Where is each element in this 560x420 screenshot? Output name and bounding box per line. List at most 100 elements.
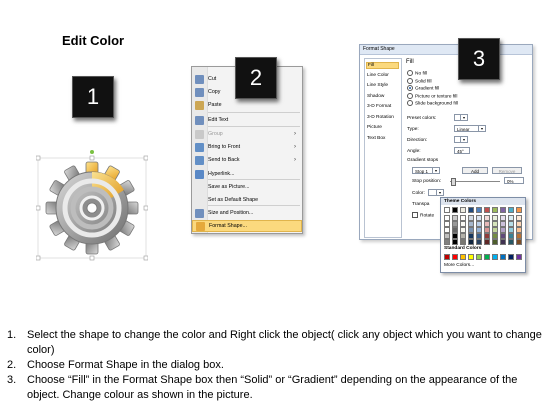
step-number-1: 1 bbox=[72, 76, 114, 118]
stop-position-thumb[interactable] bbox=[451, 178, 456, 186]
theme-color-swatch[interactable] bbox=[468, 239, 474, 245]
edit-text-icon bbox=[195, 115, 204, 125]
angle-input[interactable]: 45° bbox=[454, 147, 470, 154]
theme-color-swatch[interactable] bbox=[492, 207, 498, 213]
menu-item-group[interactable]: Group › bbox=[192, 128, 302, 140]
standard-color-swatch[interactable] bbox=[508, 254, 514, 260]
menu-item-save-as-picture[interactable]: Save as Picture... bbox=[192, 181, 302, 193]
theme-color-swatch[interactable] bbox=[516, 239, 522, 245]
fill-option-label: Solid fill bbox=[415, 78, 432, 84]
rotate-text: Rotate bbox=[420, 213, 435, 219]
menu-item-size-and-position[interactable]: Size and Position... bbox=[192, 207, 302, 219]
menu-item-format-shape[interactable]: Format Shape... bbox=[192, 220, 302, 232]
standard-color-swatch[interactable] bbox=[476, 254, 482, 260]
theme-color-swatch[interactable] bbox=[476, 239, 482, 245]
theme-color-swatch[interactable] bbox=[484, 239, 490, 245]
instruction-number: 1. bbox=[7, 329, 17, 341]
standard-color-swatch[interactable] bbox=[492, 254, 498, 260]
menu-item-bring-to-front[interactable]: Bring to Front › bbox=[192, 141, 302, 153]
pane-title: Fill bbox=[406, 59, 414, 65]
submenu-arrow-icon: › bbox=[294, 144, 296, 150]
fill-option-slide-background-fill[interactable]: Slide background fill bbox=[407, 100, 458, 106]
submenu-arrow-icon: › bbox=[294, 157, 296, 163]
preset-colors-dropdown[interactable]: ▾ bbox=[454, 114, 468, 121]
fill-option-gradient-fill[interactable]: Gradient fill bbox=[407, 85, 439, 91]
fill-option-solid-fill[interactable]: Solid fill bbox=[407, 77, 432, 84]
nav-item-picture[interactable]: Picture bbox=[367, 125, 382, 130]
theme-color-swatch[interactable] bbox=[476, 207, 482, 213]
standard-color-swatch[interactable] bbox=[500, 254, 506, 260]
theme-color-swatch[interactable] bbox=[460, 239, 466, 245]
radio-button[interactable] bbox=[407, 92, 413, 99]
stop-position-input[interactable]: 0% bbox=[504, 177, 524, 184]
color-picker-button[interactable]: ▾ bbox=[428, 189, 444, 196]
menu-item-edit-text[interactable]: Edit Text bbox=[192, 114, 302, 126]
theme-color-swatch[interactable] bbox=[452, 239, 458, 245]
rotate-label: Rotate bbox=[412, 212, 434, 218]
dialog-title: Format Shape bbox=[360, 45, 532, 55]
stop-dropdown[interactable]: Stop 1 ▾ bbox=[412, 167, 440, 174]
remove-stop-button[interactable]: Remove bbox=[492, 167, 522, 174]
menu-item-paste[interactable]: Paste bbox=[192, 99, 302, 111]
type-dropdown[interactable]: Linear ▾ bbox=[454, 125, 486, 132]
theme-color-swatch[interactable] bbox=[444, 239, 450, 245]
instruction-list: 1. Select the shape to change the color a… bbox=[7, 328, 552, 403]
nav-item-fill[interactable]: Fill bbox=[366, 62, 399, 69]
gear-icon bbox=[35, 150, 149, 261]
theme-color-swatch[interactable] bbox=[468, 207, 474, 213]
menu-item-label: Edit Text bbox=[208, 117, 229, 123]
standard-color-swatch[interactable] bbox=[516, 254, 522, 260]
radio-button[interactable] bbox=[407, 100, 413, 106]
stop-position-slider[interactable] bbox=[450, 181, 500, 182]
standard-color-swatch[interactable] bbox=[444, 254, 450, 260]
theme-color-swatch[interactable] bbox=[516, 207, 522, 213]
instruction-text: Choose Format Shape in the dialog box. bbox=[27, 359, 224, 371]
blank-icon bbox=[195, 183, 204, 192]
theme-color-swatch[interactable] bbox=[452, 207, 458, 213]
standard-color-swatch[interactable] bbox=[452, 254, 458, 260]
nav-item-3-d-format[interactable]: 3-D Format bbox=[367, 104, 391, 109]
theme-color-swatch[interactable] bbox=[492, 239, 498, 245]
gear-shape-group[interactable] bbox=[35, 150, 149, 262]
instruction-text: Select the shape to change the color and… bbox=[27, 329, 542, 356]
fill-option-picture-or-texture-fill[interactable]: Picture or texture fill bbox=[407, 92, 457, 99]
radio-button[interactable] bbox=[407, 85, 413, 91]
menu-item-send-to-back[interactable]: Send to Back › bbox=[192, 154, 302, 166]
menu-item-label: Bring to Front bbox=[208, 144, 241, 150]
more-colors-link[interactable]: More Colors... bbox=[444, 263, 474, 268]
instruction-item: 2. Choose Format Shape in the dialog box. bbox=[7, 358, 552, 373]
theme-color-swatch[interactable] bbox=[460, 207, 466, 213]
standard-color-swatch[interactable] bbox=[468, 254, 474, 260]
theme-color-swatch[interactable] bbox=[500, 239, 506, 245]
standard-colors-header: Standard Colors bbox=[444, 246, 482, 251]
theme-colors-header: Theme Colors bbox=[441, 198, 525, 205]
nav-item-shadow[interactable]: Shadow bbox=[367, 94, 384, 99]
nav-item-text-box[interactable]: Text Box bbox=[367, 136, 385, 141]
angle-label: Angle: bbox=[407, 149, 421, 154]
blank-icon bbox=[195, 196, 204, 205]
rotate-checkbox[interactable] bbox=[412, 212, 418, 218]
nav-item-3-d-rotation[interactable]: 3-D Rotation bbox=[367, 115, 394, 120]
color-label: Color: bbox=[412, 191, 425, 196]
theme-color-swatch[interactable] bbox=[500, 207, 506, 213]
hyperlink-icon bbox=[195, 169, 204, 179]
radio-button[interactable] bbox=[407, 77, 413, 84]
fill-option-no-fill[interactable]: No fill bbox=[407, 70, 427, 76]
nav-item-line-color[interactable]: Line Color bbox=[367, 73, 389, 78]
theme-color-swatch[interactable] bbox=[444, 207, 450, 213]
fill-option-label: Gradient fill bbox=[415, 86, 440, 92]
menu-separator bbox=[208, 126, 300, 127]
theme-color-swatch[interactable] bbox=[508, 207, 514, 213]
menu-item-label: Set as Default Shape bbox=[208, 197, 259, 203]
add-stop-button[interactable]: Add bbox=[462, 167, 488, 174]
direction-dropdown[interactable]: ▾ bbox=[454, 136, 468, 143]
type-value: Linear bbox=[457, 127, 470, 132]
format-shape-nav: Fill Line Color Line Style Shadow 3-D Format… bbox=[364, 58, 402, 238]
nav-item-line-style[interactable]: Line Style bbox=[367, 83, 388, 88]
standard-color-swatch[interactable] bbox=[460, 254, 466, 260]
standard-color-swatch[interactable] bbox=[484, 254, 490, 260]
instruction-item: 3. Choose “Fill” in the Format Shape box … bbox=[7, 373, 552, 403]
theme-color-swatch[interactable] bbox=[484, 207, 490, 213]
theme-color-swatch[interactable] bbox=[508, 239, 514, 245]
radio-button[interactable] bbox=[407, 70, 413, 76]
